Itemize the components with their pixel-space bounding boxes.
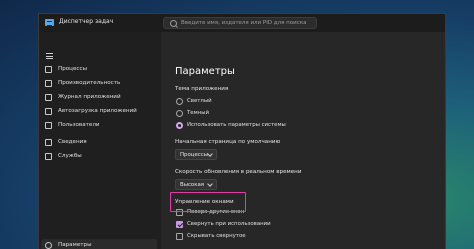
sidebar-item-label: Журнал приложений — [58, 94, 121, 100]
hide-when-minimized-checkbox[interactable] — [176, 233, 183, 240]
settings-content: Параметры Тема приложения Светлый Темный… — [161, 32, 445, 249]
highlight-frame — [170, 192, 246, 212]
sidebar-item-users[interactable]: Пользователи — [39, 119, 161, 133]
sidebar-item-label: Параметры — [58, 242, 92, 248]
users-icon — [45, 122, 52, 129]
sidebar-item-performance[interactable]: Производительность — [39, 77, 161, 91]
search-icon — [170, 20, 177, 27]
task-manager-icon — [45, 19, 54, 26]
menu-icon[interactable] — [46, 53, 53, 59]
sidebar-item-label: Процессы — [58, 66, 87, 72]
chevron-down-icon — [207, 151, 213, 157]
sidebar-item-label: Пользователи — [58, 122, 100, 128]
minimize-on-use-checkbox[interactable] — [176, 221, 183, 228]
sidebar-item-processes[interactable]: Процессы — [39, 63, 161, 77]
theme-system-radio[interactable] — [176, 122, 183, 129]
page-title: Параметры — [175, 66, 235, 77]
app-history-icon — [45, 94, 52, 101]
services-icon — [45, 153, 52, 160]
sidebar: Процессы Производительность Журнал прило… — [39, 32, 161, 249]
theme-light-radio[interactable] — [176, 98, 183, 105]
sidebar-item-app-history[interactable]: Журнал приложений — [39, 91, 161, 105]
sidebar-item-details[interactable]: Сведения — [39, 136, 161, 150]
theme-light-label: Светлый — [187, 98, 212, 104]
sidebar-item-label: Производительность — [58, 80, 121, 86]
theme-section-label: Тема приложения — [175, 86, 229, 92]
sidebar-item-settings[interactable]: Параметры — [41, 239, 157, 249]
start-page-value: Процессы — [180, 152, 208, 158]
refresh-rate-dropdown[interactable]: Высокая — [175, 179, 217, 190]
details-icon — [45, 139, 52, 146]
sidebar-item-label: Службы — [58, 153, 82, 159]
search-input[interactable]: Введите имя, издателя или PID для поиска — [163, 17, 317, 29]
theme-system-label: Использовать параметры системы — [187, 122, 286, 128]
refresh-rate-value: Высокая — [180, 182, 205, 188]
task-manager-window: Диспетчер задач Введите имя, издателя ил… — [38, 13, 446, 249]
start-page-dropdown[interactable]: Процессы — [175, 149, 217, 160]
processes-icon — [45, 66, 52, 73]
sidebar-item-services[interactable]: Службы — [39, 150, 161, 164]
theme-dark-radio[interactable] — [176, 110, 183, 117]
title-bar: Диспетчер задач Введите имя, издателя ил… — [39, 14, 445, 32]
search-placeholder: Введите имя, издателя или PID для поиска — [181, 20, 307, 26]
minimize-on-use-label: Свернуть при использовании — [187, 221, 271, 227]
performance-icon — [45, 80, 52, 87]
sidebar-item-label: Автозагрузка приложений — [58, 108, 137, 114]
chevron-down-icon — [207, 181, 213, 187]
sidebar-item-startup-apps[interactable]: Автозагрузка приложений — [39, 105, 161, 119]
startup-apps-icon — [45, 108, 52, 115]
refresh-rate-label: Скорость обновления в реальном времени — [175, 169, 302, 175]
sidebar-item-label: Сведения — [58, 139, 87, 145]
app-title: Диспетчер задач — [59, 18, 114, 25]
start-page-label: Начальная страница по умолчанию — [175, 139, 281, 145]
gear-icon — [45, 242, 52, 249]
theme-dark-label: Темный — [187, 110, 209, 116]
hide-when-minimized-label: Скрывать свернутое — [187, 233, 246, 239]
